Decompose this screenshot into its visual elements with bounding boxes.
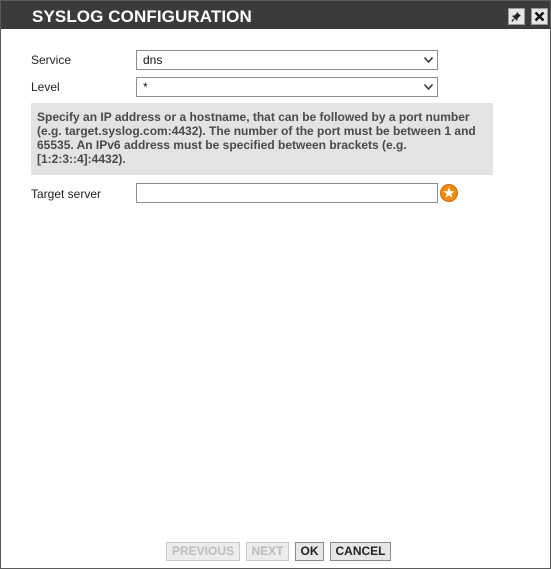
service-label: Service xyxy=(31,53,72,67)
close-icon xyxy=(534,11,545,22)
chevron-down-icon xyxy=(424,57,433,63)
level-label: Level xyxy=(31,80,60,94)
close-button[interactable] xyxy=(531,8,548,25)
pin-button[interactable] xyxy=(508,8,525,25)
target-server-input[interactable] xyxy=(136,183,438,203)
target-format-help: Specify an IP address or a hostname, tha… xyxy=(31,103,493,175)
dialog-title: SYSLOG CONFIGURATION xyxy=(32,7,252,26)
chevron-down-icon xyxy=(424,84,433,90)
next-button[interactable]: NEXT xyxy=(246,542,289,561)
required-star-icon xyxy=(440,184,458,202)
target-server-label: Target server xyxy=(31,187,102,201)
service-select[interactable]: dns xyxy=(136,50,438,70)
syslog-dialog: SYSLOG CONFIGURATION Service dns Level *… xyxy=(0,0,551,569)
ok-button[interactable]: OK xyxy=(295,542,324,561)
level-select[interactable]: * xyxy=(136,77,438,97)
pin-icon xyxy=(511,12,521,22)
level-value: * xyxy=(143,80,148,94)
service-value: dns xyxy=(143,53,163,67)
dialog-titlebar[interactable]: SYSLOG CONFIGURATION xyxy=(1,1,550,29)
previous-button[interactable]: PREVIOUS xyxy=(166,542,240,561)
cancel-button[interactable]: CANCEL xyxy=(330,542,391,561)
